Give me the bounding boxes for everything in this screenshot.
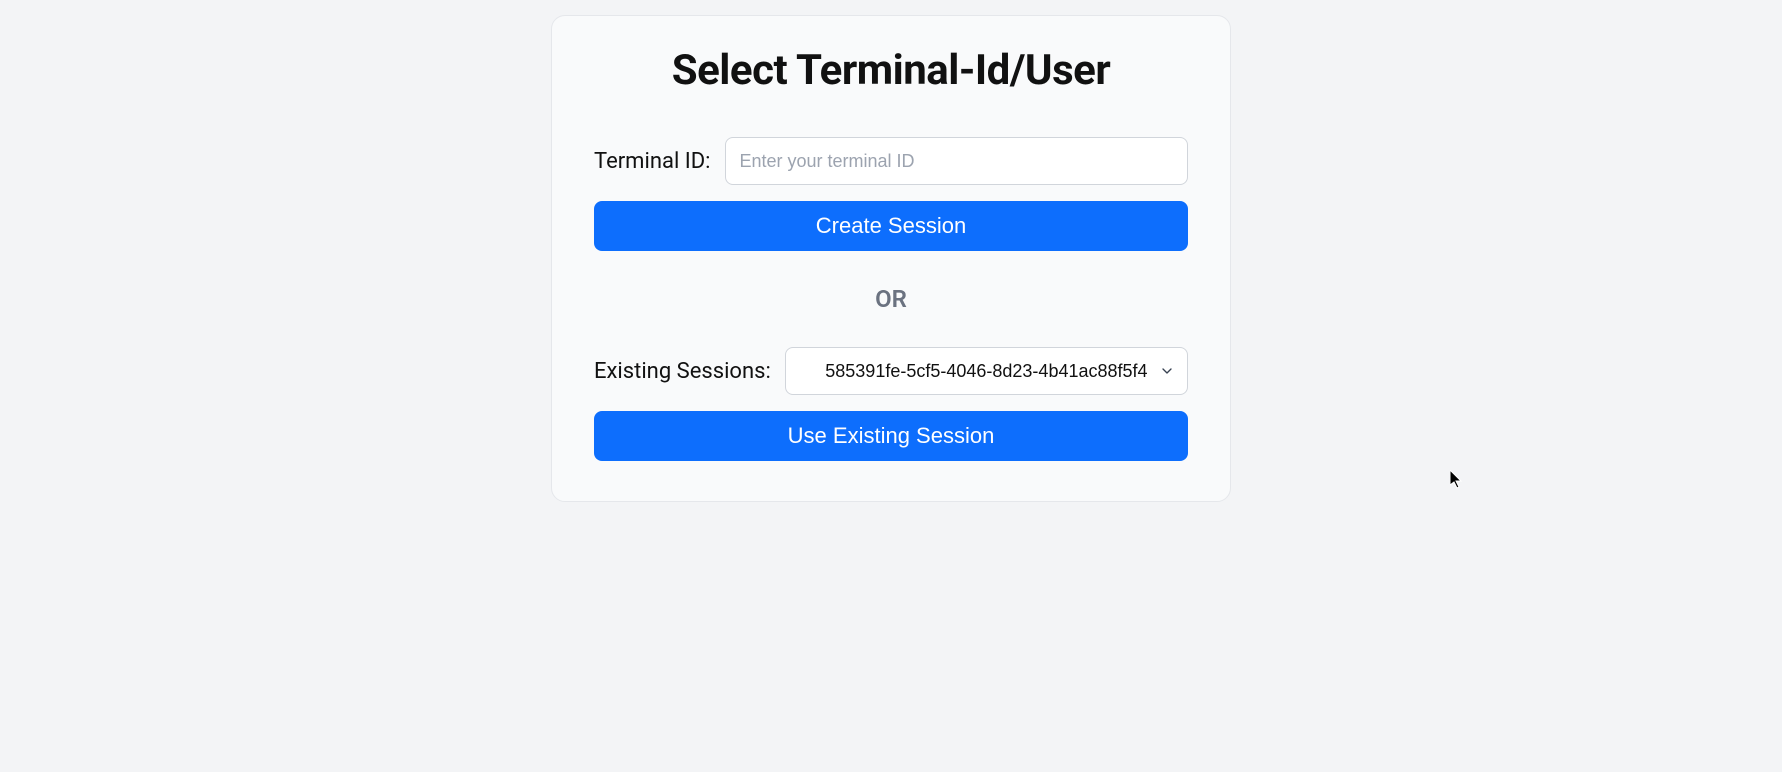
page-title: Select Terminal-Id/User: [594, 46, 1188, 95]
terminal-id-input[interactable]: [725, 137, 1189, 185]
terminal-id-label: Terminal ID:: [594, 149, 711, 174]
existing-sessions-row: Existing Sessions: 585391fe-5cf5-4046-8d…: [594, 347, 1188, 395]
cursor-icon: [1450, 470, 1464, 490]
use-existing-session-button[interactable]: Use Existing Session: [594, 411, 1188, 461]
create-session-button[interactable]: Create Session: [594, 201, 1188, 251]
or-separator: OR: [594, 285, 1188, 313]
session-select-card: Select Terminal-Id/User Terminal ID: Cre…: [551, 15, 1231, 502]
existing-sessions-label: Existing Sessions:: [594, 359, 771, 384]
terminal-id-row: Terminal ID:: [594, 137, 1188, 185]
existing-sessions-select[interactable]: 585391fe-5cf5-4046-8d23-4b41ac88f5f4: [785, 347, 1188, 395]
